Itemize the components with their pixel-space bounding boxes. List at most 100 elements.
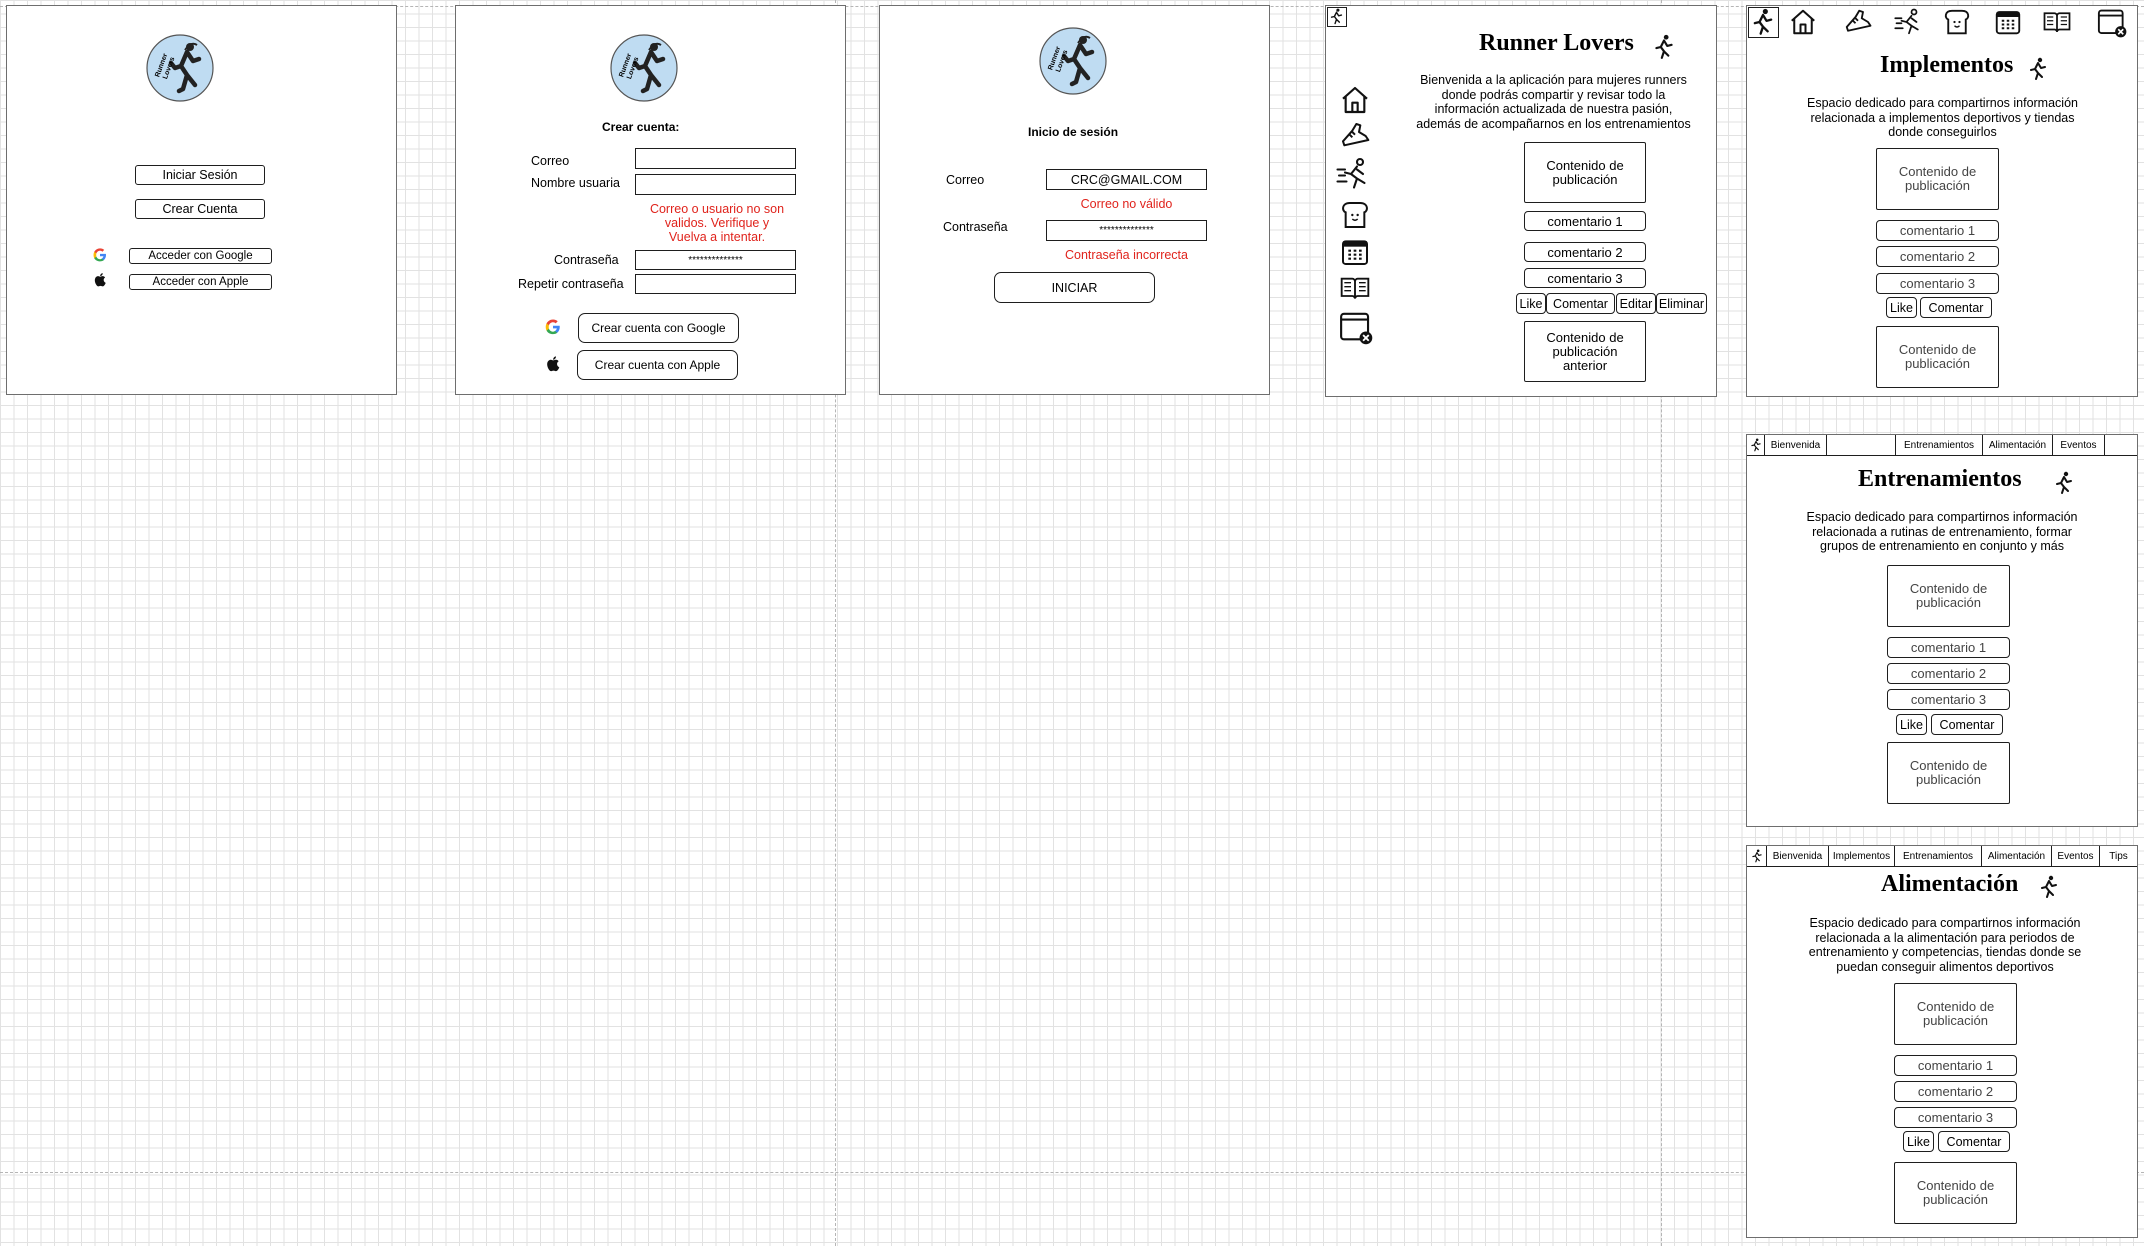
entrenamientos-screen: Bienvenida Entrenamientos Alimentación E… (1746, 434, 2138, 827)
book-icon[interactable] (2042, 7, 2072, 37)
edit-button[interactable]: Editar (1616, 293, 1656, 314)
page-description: Espacio dedicado para compartirnos infor… (1807, 96, 2078, 139)
post-content: Contenido de publicación (1524, 142, 1646, 203)
tab-alimentacion[interactable]: Alimentación (1983, 435, 2053, 455)
apple-login-button[interactable]: Acceder con Apple (129, 274, 272, 290)
tab-eventos[interactable]: Eventos (2052, 846, 2100, 866)
nav-home-runner[interactable] (1747, 435, 1765, 455)
register-screen: Runner Lovers Crear cuenta: Correo Nombr… (455, 5, 846, 395)
page-description: Espacio dedicado para compartirnos infor… (1806, 510, 2078, 553)
repeat-password-field[interactable] (635, 274, 796, 294)
comment-item: comentario 3 (1524, 268, 1646, 288)
bread-icon[interactable] (1339, 199, 1371, 231)
tab-bienvenida[interactable]: Bienvenida (1765, 435, 1827, 455)
comment-item: comentario 1 (1524, 211, 1646, 231)
home-icon[interactable] (1788, 7, 1818, 37)
password-label: Contraseña (554, 253, 619, 267)
username-label: Nombre usuaria (531, 176, 620, 190)
email-label: Correo (531, 154, 570, 168)
top-nav: Bienvenida Entrenamientos Alimentación E… (1747, 435, 2137, 456)
tab-bienvenida[interactable]: Bienvenida (1767, 846, 1829, 866)
tab-eventos[interactable]: Eventos (2053, 435, 2105, 455)
top-nav: Bienvenida Implementos Entrenamientos Al… (1747, 846, 2137, 867)
book-icon[interactable] (1339, 272, 1371, 304)
runner-icon (2037, 873, 2061, 901)
like-button[interactable]: Like (1903, 1131, 1934, 1152)
apple-icon (92, 271, 109, 288)
comment-button[interactable]: Comentar (1920, 297, 1992, 318)
runner-icon (2052, 469, 2076, 497)
comment-item: comentario 1 (1894, 1055, 2017, 1076)
google-login-button[interactable]: Acceder con Google (129, 248, 272, 264)
repeat-password-label: Repetir contraseña (518, 277, 624, 291)
create-account-button[interactable]: Crear Cuenta (135, 199, 265, 219)
start-screen: Runner Lovers Iniciar Sesión Crear Cuent… (6, 5, 397, 395)
post-content: Contenido de publicación (1894, 983, 2017, 1045)
like-button[interactable]: Like (1516, 293, 1546, 314)
sprint-icon[interactable] (1894, 7, 1924, 37)
bread-icon[interactable] (1942, 7, 1972, 37)
post-content: Contenido de publicación (1894, 1162, 2017, 1224)
apple-icon (544, 354, 563, 373)
runner-icon (1651, 32, 1677, 62)
nav-spacer (1827, 435, 1896, 455)
email-error: Correo no válido (1080, 197, 1173, 211)
comment-item: comentario 2 (1524, 242, 1646, 262)
password-field[interactable]: ************** (635, 250, 796, 270)
password-error: Contraseña incorrecta (1065, 248, 1188, 262)
calendar-icon[interactable] (1339, 236, 1371, 268)
tab-entrenamientos[interactable]: Entrenamientos (1895, 846, 1982, 866)
login-screen: Runner Lovers Inicio de sesión Correo CR… (879, 5, 1270, 395)
logout-window-icon[interactable] (1339, 311, 1373, 345)
welcome-screen: Runner Lovers Bienvenida a la aplicación… (1325, 5, 1717, 397)
comment-item: comentario 3 (1876, 273, 1999, 294)
email-field[interactable] (635, 148, 796, 169)
comment-button[interactable]: Comentar (1931, 714, 2003, 735)
register-title: Crear cuenta: (602, 120, 680, 134)
runner-icon (2026, 55, 2050, 83)
google-register-button[interactable]: Crear cuenta con Google (578, 313, 739, 343)
email-field[interactable]: CRC@GMAIL.COM (1046, 169, 1207, 190)
google-icon (92, 247, 108, 263)
post-content: Contenido de publicación (1887, 565, 2010, 627)
email-label: Correo (946, 173, 985, 187)
calendar-icon[interactable] (1993, 7, 2023, 37)
password-field[interactable]: ************** (1046, 220, 1207, 241)
comment-item: comentario 3 (1887, 689, 2010, 710)
like-button[interactable]: Like (1896, 714, 1927, 735)
comment-button[interactable]: Comentar (1546, 293, 1615, 314)
page-title: Alimentación (1881, 871, 2019, 897)
page-description: Espacio dedicado para compartirnos infor… (1808, 916, 2082, 974)
comment-item: comentario 2 (1887, 663, 2010, 684)
comment-button[interactable]: Comentar (1938, 1131, 2010, 1152)
shoe-icon[interactable] (1843, 7, 1873, 37)
login-submit-button[interactable]: INICIAR (994, 272, 1155, 303)
implementos-screen: Implementos Espacio dedicado para compar… (1746, 5, 2138, 397)
page-title: Implementos (1880, 52, 2014, 78)
comment-item: comentario 1 (1887, 637, 2010, 658)
post-content: Contenido de publicación (1876, 326, 1999, 388)
apple-register-button[interactable]: Crear cuenta con Apple (577, 350, 738, 380)
home-icon[interactable] (1339, 84, 1371, 116)
brand-logo: Runner Lovers (609, 33, 679, 103)
comment-item: comentario 1 (1876, 220, 1999, 241)
username-field[interactable] (635, 174, 796, 195)
logout-window-icon[interactable] (2097, 8, 2127, 38)
comment-item: comentario 3 (1894, 1107, 2017, 1128)
tab-implementos[interactable]: Implementos (1829, 846, 1895, 866)
sprint-icon[interactable] (1336, 156, 1372, 192)
runner-icon[interactable] (1748, 7, 1779, 38)
tab-alimentacion[interactable]: Alimentación (1982, 846, 2052, 866)
tab-tips[interactable]: Tips (2100, 846, 2137, 866)
shoe-icon[interactable] (1339, 120, 1371, 152)
like-button[interactable]: Like (1886, 297, 1917, 318)
login-button[interactable]: Iniciar Sesión (135, 165, 265, 185)
previous-post-content: Contenido de publicación anterior (1524, 321, 1646, 382)
tab-entrenamientos[interactable]: Entrenamientos (1896, 435, 1983, 455)
brand-logo: Runner Lovers (1038, 26, 1108, 96)
nav-home-runner[interactable] (1747, 846, 1767, 866)
alimentacion-screen: Bienvenida Implementos Entrenamientos Al… (1746, 845, 2138, 1238)
register-error-message: Correo o usuario no son validos. Verifiq… (649, 202, 785, 244)
delete-button[interactable]: Eliminar (1656, 293, 1707, 314)
runner-icon[interactable] (1327, 7, 1347, 27)
